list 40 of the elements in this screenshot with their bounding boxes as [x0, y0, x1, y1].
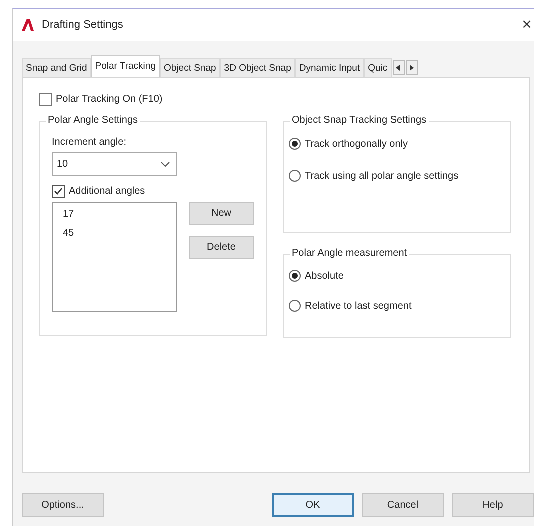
dialog-button[interactable]: Help [452, 493, 534, 517]
checkbox-label: Polar Tracking On (F10) [56, 94, 163, 105]
dialog-button[interactable]: Cancel [362, 493, 444, 517]
chevron-down-icon [161, 162, 170, 166]
scroll-left-button[interactable] [392, 60, 405, 75]
angles-list[interactable]: 17 45 [52, 202, 177, 312]
left-arrow-icon [396, 64, 402, 70]
scroll-right-button[interactable] [406, 60, 418, 75]
checkbox[interactable] [39, 93, 52, 106]
window-title: Drafting Settings [42, 19, 124, 31]
tab[interactable]: Dynamic Input [295, 58, 364, 77]
radio-label: Track orthogonally only [305, 138, 408, 150]
radio-label: Track using all polar angle settings [305, 170, 459, 182]
group-title: Polar Angle measurement [290, 248, 410, 259]
increment-angle-dropdown[interactable]: 10 [52, 152, 177, 176]
dialog-button[interactable]: OK [272, 493, 354, 517]
checkbox-label: Additional angles [69, 186, 146, 197]
radio-button[interactable] [289, 270, 301, 282]
radio-label: Absolute [305, 270, 344, 282]
tab[interactable]: Quic [364, 58, 392, 77]
right-arrow-icon [409, 64, 414, 70]
list-item[interactable]: 17 [63, 209, 166, 220]
group-title: Object Snap Tracking Settings [290, 115, 429, 126]
tab[interactable]: Polar Tracking [91, 55, 160, 77]
tab[interactable]: Snap and Grid [22, 58, 92, 77]
tab[interactable]: 3D Object Snap [220, 58, 296, 77]
radio-button[interactable] [289, 170, 301, 182]
radio-button[interactable] [289, 138, 301, 150]
action-button[interactable]: Delete [189, 236, 254, 259]
radio-label: Relative to last segment [305, 300, 412, 312]
action-button[interactable]: New [189, 202, 254, 225]
close-button[interactable]: × [520, 15, 534, 35]
group-title: Polar Angle Settings [46, 115, 140, 126]
field-label: Increment angle: [52, 137, 128, 148]
checkbox[interactable] [52, 185, 65, 198]
list-item[interactable]: 45 [63, 228, 166, 239]
options-button[interactable]: Options... [22, 493, 104, 517]
logo-icon [21, 18, 35, 32]
tab[interactable]: Object Snap [160, 58, 220, 77]
radio-button[interactable] [289, 300, 301, 312]
